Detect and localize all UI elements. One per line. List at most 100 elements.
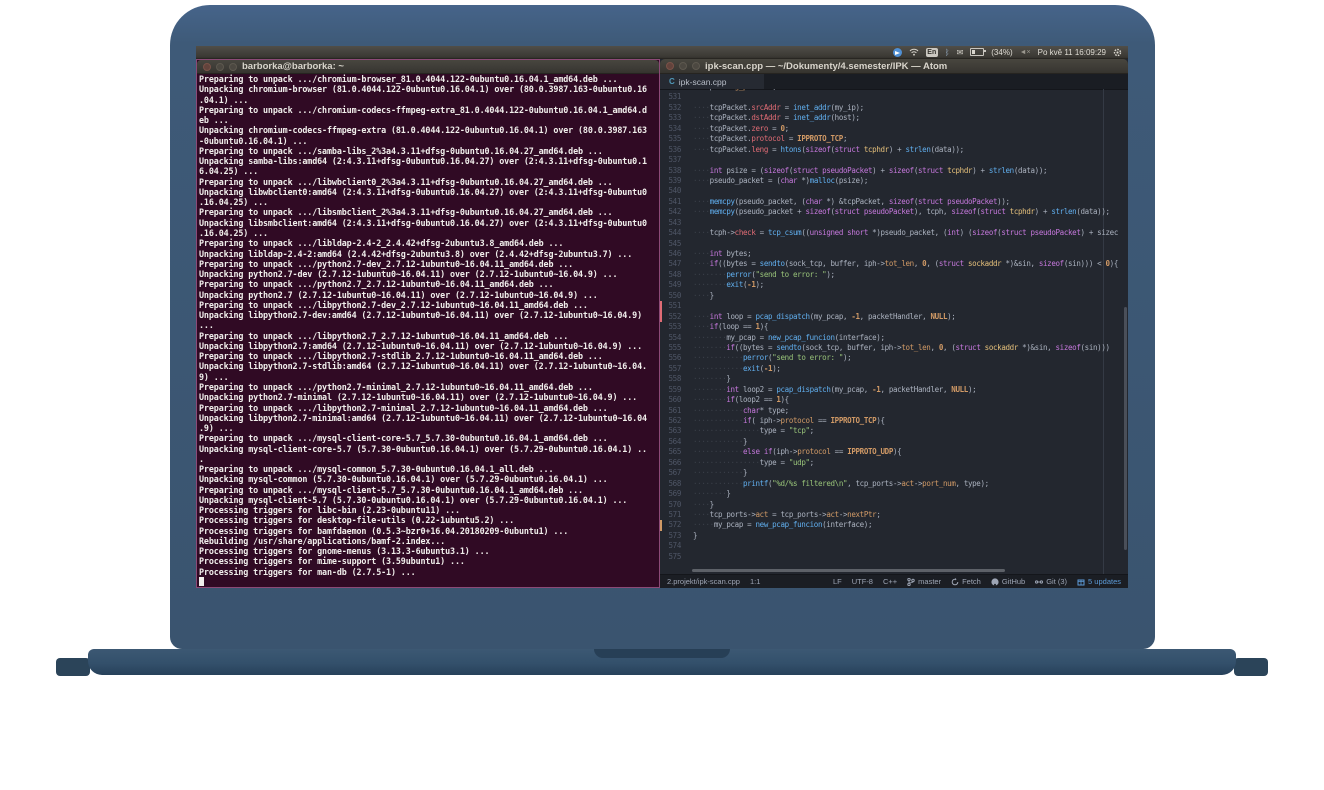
- status-cursor-position[interactable]: 1:1: [750, 577, 760, 586]
- terminal-line: Unpacking mysql-common (5.7.30-0ubuntu0.…: [199, 474, 657, 484]
- code-line: 537: [660, 155, 1128, 165]
- code-text: ····tcpPacket.zero = 0;: [686, 124, 1128, 134]
- line-number: 547: [660, 259, 686, 269]
- code-line: 567············}: [660, 468, 1128, 478]
- line-number: 566: [660, 458, 686, 468]
- atom-close-button[interactable]: [666, 62, 674, 70]
- line-number: 565: [660, 447, 686, 457]
- vertical-scrollbar[interactable]: [1124, 307, 1127, 550]
- telegram-icon[interactable]: [893, 48, 902, 57]
- code-line: 566················type = "udp";: [660, 458, 1128, 468]
- code-text: ········int loop2 = pcap_dispatch(my_pca…: [686, 385, 1128, 395]
- code-text: ····memcpy(pseudo_packet + sizeof(struct…: [686, 207, 1128, 217]
- code-text: [686, 155, 1128, 165]
- line-number: 572: [660, 520, 686, 530]
- line-number: 567: [660, 468, 686, 478]
- terminal-line: Unpacking python2.7-minimal (2.7.12-1ubu…: [199, 392, 657, 402]
- tab-label: ipk-scan.cpp: [679, 77, 727, 87]
- atom-window: ipk-scan.cpp — ~/Dokumenty/4.semester/IP…: [660, 59, 1128, 588]
- line-number: 554: [660, 333, 686, 343]
- status-git-branch[interactable]: master: [907, 577, 941, 586]
- terminal-line: 6.04.25) ...: [199, 166, 657, 176]
- code-text: ············if( iph->protocol == IPPROTO…: [686, 416, 1128, 426]
- horizontal-scrollbar[interactable]: [692, 569, 1005, 572]
- terminal-close-button[interactable]: [203, 63, 211, 71]
- code-line: 558········}: [660, 374, 1128, 384]
- code-text: ····int loop = pcap_dispatch(my_pcap, -1…: [686, 312, 1128, 322]
- terminal-minimize-button[interactable]: [216, 63, 224, 71]
- line-number: 568: [660, 479, 686, 489]
- code-line: 564············}: [660, 437, 1128, 447]
- status-github[interactable]: GitHub: [991, 577, 1025, 586]
- atom-minimize-button[interactable]: [679, 62, 687, 70]
- terminal-line: Preparing to unpack .../mysql-client-5.7…: [199, 485, 657, 495]
- terminal-titlebar[interactable]: barborka@barborka: ~: [197, 60, 659, 74]
- system-top-panel: En ᛒ ✉ (34%) ◄× Po kvě 11 16:09:29: [196, 46, 1128, 59]
- wifi-icon[interactable]: [909, 48, 919, 56]
- clock[interactable]: Po kvě 11 16:09:29: [1038, 48, 1106, 57]
- keyboard-layout-indicator[interactable]: En: [926, 48, 938, 57]
- battery-icon[interactable]: [970, 48, 984, 56]
- code-text: ············}: [686, 468, 1128, 478]
- code-text: ····}: [686, 291, 1128, 301]
- code-line: 565············else if(iph->protocol == …: [660, 447, 1128, 457]
- terminal-line: Preparing to unpack .../python2.7-minima…: [199, 382, 657, 392]
- code-editor[interactable]: 530··tcph->urg_ptr = 0;531532····tcpPack…: [660, 89, 1128, 574]
- terminal-body[interactable]: Preparing to unpack .../chromium-browser…: [197, 73, 659, 587]
- atom-titlebar[interactable]: ipk-scan.cpp — ~/Dokumenty/4.semester/IP…: [660, 59, 1128, 74]
- battery-percent: (34%): [991, 48, 1012, 57]
- code-text: ········if(loop2 == 1){: [686, 395, 1128, 405]
- code-line: 560········if(loop2 == 1){: [660, 395, 1128, 405]
- line-number: 543: [660, 218, 686, 228]
- fetch-label: Fetch: [962, 577, 981, 586]
- status-git[interactable]: Git (3): [1035, 577, 1067, 586]
- code-text: ············else if(iph->protocol == IPP…: [686, 447, 1128, 457]
- code-text: ····tcpPacket.dstAddr = inet_addr(host);: [686, 113, 1128, 123]
- code-line: 539····pseudo_packet = (char *)malloc(ps…: [660, 176, 1128, 186]
- cpp-file-icon: C: [669, 77, 675, 86]
- terminal-line: .: [199, 454, 657, 464]
- line-number: 545: [660, 239, 686, 249]
- status-updates[interactable]: 5 updates: [1077, 577, 1121, 586]
- line-number: 562: [660, 416, 686, 426]
- code-text: ········perror("send to error: ");: [686, 270, 1128, 280]
- code-text: ········}: [686, 374, 1128, 384]
- status-fetch[interactable]: Fetch: [951, 577, 981, 586]
- code-line: 538····int psize = (sizeof(struct pseudo…: [660, 166, 1128, 176]
- line-number: 550: [660, 291, 686, 301]
- updates-label: 5 updates: [1088, 577, 1121, 586]
- terminal-line: Unpacking libldap-2.4-2:amd64 (2.4.42+df…: [199, 249, 657, 259]
- atom-maximize-button[interactable]: [692, 62, 700, 70]
- status-language[interactable]: C++: [883, 577, 897, 586]
- line-number: 546: [660, 249, 686, 259]
- terminal-line: .04.1) ...: [199, 95, 657, 105]
- terminal-line: Rebuilding /usr/share/applications/bamf-…: [199, 536, 657, 546]
- code-text: [686, 92, 1128, 102]
- tab-ipk-scan[interactable]: C ipk-scan.cpp: [660, 74, 764, 89]
- code-line: 541····memcpy(pseudo_packet, (char *) &t…: [660, 197, 1128, 207]
- status-line-ending[interactable]: LF: [833, 577, 842, 586]
- code-line: 533····tcpPacket.dstAddr = inet_addr(hos…: [660, 113, 1128, 123]
- mail-icon[interactable]: ✉: [957, 48, 964, 57]
- code-line: 550····}: [660, 291, 1128, 301]
- session-gear-icon[interactable]: [1113, 48, 1122, 57]
- code-line: 556············perror("send to error: ")…: [660, 353, 1128, 363]
- status-encoding[interactable]: UTF-8: [852, 577, 873, 586]
- code-line: 569········}: [660, 489, 1128, 499]
- line-number: 573: [660, 531, 686, 541]
- terminal-line: Preparing to unpack .../samba-libs_2%3a4…: [199, 146, 657, 156]
- code-text: ····}: [686, 500, 1128, 510]
- line-number: 539: [660, 176, 686, 186]
- terminal-maximize-button[interactable]: [229, 63, 237, 71]
- bluetooth-icon[interactable]: ᛒ: [945, 48, 950, 57]
- code-line: 561············char* type;: [660, 406, 1128, 416]
- status-file-path[interactable]: 2.projekt/ipk-scan.cpp: [667, 577, 740, 586]
- code-line: 531: [660, 92, 1128, 102]
- terminal-cursor: [199, 577, 204, 586]
- volume-muted-icon[interactable]: ◄×: [1020, 49, 1031, 56]
- line-number: 553: [660, 322, 686, 332]
- line-number: 560: [660, 395, 686, 405]
- terminal-line: Preparing to unpack .../chromium-browser…: [199, 74, 657, 84]
- terminal-line: Preparing to unpack .../libwbclient0_2%3…: [199, 177, 657, 187]
- line-number: 531: [660, 92, 686, 102]
